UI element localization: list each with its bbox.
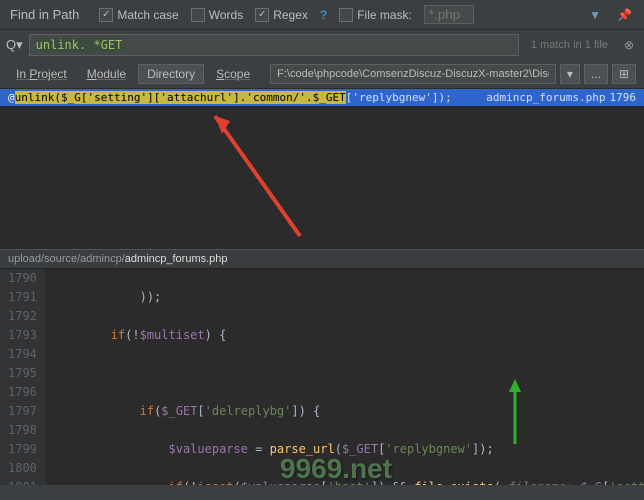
line-gutter: 1790179117921793179417951796179717981799…	[0, 269, 45, 485]
tab-module[interactable]: Module	[79, 65, 134, 83]
regex-checkbox[interactable]: Regex	[255, 8, 308, 22]
tree-button[interactable]: ⊞	[612, 64, 636, 84]
search-row: Q▾ unlink. *GET 1 match in 1 file ⊗	[0, 30, 644, 60]
tab-in-project[interactable]: In Project	[8, 65, 75, 83]
pin-icon[interactable]: 📌	[615, 6, 634, 24]
browse-button[interactable]: ...	[584, 64, 608, 84]
code-content[interactable]: )); if(!$multiset) { if($_GET['delreplyb…	[45, 269, 644, 485]
checkbox-icon	[339, 8, 353, 22]
result-at: @	[8, 91, 15, 104]
search-input[interactable]: unlink. *GET	[29, 34, 519, 56]
dropdown-icon[interactable]: ▾	[560, 64, 580, 84]
result-rest: ['replybgnew']);	[346, 91, 452, 104]
checkbox-icon	[255, 8, 269, 22]
file-mask-input[interactable]	[424, 5, 474, 24]
search-icon: Q▾	[6, 37, 23, 53]
file-name: admincp_forums.php	[125, 253, 228, 265]
filter-icon[interactable]: ▼	[587, 6, 603, 24]
result-highlight: unlink($_G['setting']['attachurl'].'comm…	[15, 91, 346, 104]
tab-directory[interactable]: Directory	[138, 64, 204, 84]
scope-row: In Project Module Directory Scope ▾ ... …	[0, 60, 644, 89]
clear-icon[interactable]: ⊗	[620, 38, 638, 52]
results-preview-area	[0, 106, 644, 249]
file-path-bar: upload/source/admincp/admincp_forums.php	[0, 249, 644, 269]
dialog-title: Find in Path	[10, 7, 79, 22]
file-mask-checkbox[interactable]: File mask:	[339, 8, 412, 22]
checkbox-icon	[191, 8, 205, 22]
file-path-prefix: upload/source/admincp/	[8, 253, 125, 265]
checkbox-icon	[99, 8, 113, 22]
code-editor[interactable]: 1790179117921793179417951796179717981799…	[0, 269, 644, 485]
match-case-checkbox[interactable]: Match case	[99, 8, 178, 22]
words-checkbox[interactable]: Words	[191, 8, 243, 22]
search-result-row[interactable]: @unlink($_G['setting']['attachurl'].'com…	[0, 89, 644, 106]
result-line: 1796	[610, 91, 637, 104]
regex-help-icon[interactable]: ?	[320, 8, 327, 22]
tab-scope[interactable]: Scope	[208, 65, 258, 83]
annotation-arrow-icon	[200, 106, 320, 246]
match-count: 1 match in 1 file	[525, 39, 614, 51]
dialog-header: Find in Path Match case Words Regex ? Fi…	[0, 0, 644, 30]
directory-path-input[interactable]	[270, 64, 556, 84]
result-file: admincp_forums.php	[486, 91, 605, 104]
